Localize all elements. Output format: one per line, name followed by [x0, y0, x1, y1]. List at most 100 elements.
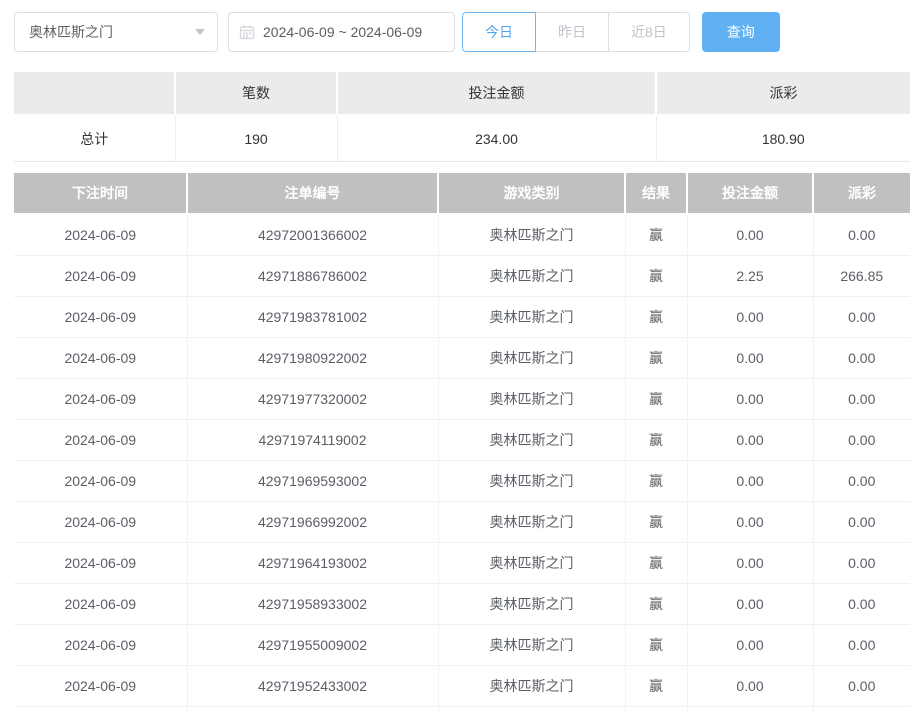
game-type-cell: 奥林匹斯之门 — [438, 501, 626, 543]
payout-cell: 266.85 — [813, 255, 910, 297]
bet-amount-cell: 2.25 — [687, 255, 814, 297]
record-row: 2024-06-09 42971949805002 奥林匹斯之门 赢 0.00 … — [14, 706, 910, 714]
record-row: 2024-06-09 42971886786002 奥林匹斯之门 赢 2.25 … — [14, 255, 910, 297]
record-row: 2024-06-09 42971980922002 奥林匹斯之门 赢 0.00 … — [14, 337, 910, 379]
payout-cell: 0.00 — [813, 214, 910, 256]
records-header-row: 下注时间 注单编号 游戏类别 结果 投注金额 派彩 — [14, 173, 910, 215]
payout-cell: 0.00 — [813, 419, 910, 461]
summary-header-count: 笔数 — [175, 72, 338, 116]
bet-id-cell: 42971955009002 — [187, 624, 439, 666]
game-type-cell: 奥林匹斯之门 — [438, 460, 626, 502]
bet-time-cell: 2024-06-09 — [14, 542, 188, 584]
game-type-cell: 奥林匹斯之门 — [438, 378, 626, 420]
result-cell: 赢 — [625, 255, 688, 297]
game-type-cell: 奥林匹斯之门 — [438, 665, 626, 707]
summary-total-row: 总计 190 234.00 180.90 — [14, 115, 910, 162]
bet-amount-cell: 0.00 — [687, 419, 814, 461]
payout-cell: 0.00 — [813, 706, 910, 714]
game-type-cell: 奥林匹斯之门 — [438, 214, 626, 256]
bet-time-cell: 2024-06-09 — [14, 460, 188, 502]
records-table: 下注时间 注单编号 游戏类别 结果 投注金额 派彩 2024-06-09 429… — [14, 173, 910, 714]
payout-cell: 0.00 — [813, 337, 910, 379]
result-cell: 赢 — [625, 214, 688, 256]
bet-id-cell: 42971966992002 — [187, 501, 439, 543]
bet-time-cell: 2024-06-09 — [14, 706, 188, 714]
records-header-game-type: 游戏类别 — [438, 173, 626, 215]
records-header-bet-amount: 投注金额 — [687, 173, 814, 215]
result-cell: 赢 — [625, 378, 688, 420]
bet-time-cell: 2024-06-09 — [14, 378, 188, 420]
records-header-bet-id: 注单编号 — [187, 173, 439, 215]
bet-time-cell: 2024-06-09 — [14, 337, 188, 379]
result-cell: 赢 — [625, 624, 688, 666]
result-cell: 赢 — [625, 419, 688, 461]
bet-amount-cell: 0.00 — [687, 378, 814, 420]
calendar-icon — [239, 25, 255, 40]
bet-id-cell: 42971886786002 — [187, 255, 439, 297]
bet-time-cell: 2024-06-09 — [14, 296, 188, 338]
toolbar: 奥林匹斯之门 2024-06-09 ~ 2024-06-09 今日 昨日 近8日… — [14, 12, 918, 52]
summary-table: 笔数 投注金额 派彩 总计 190 234.00 180.90 — [14, 72, 910, 162]
bet-id-cell: 42971949805002 — [187, 706, 439, 714]
record-row: 2024-06-09 42971969593002 奥林匹斯之门 赢 0.00 … — [14, 460, 910, 502]
quick-filter-yesterday-button[interactable]: 昨日 — [536, 12, 609, 52]
result-cell: 赢 — [625, 296, 688, 338]
record-row: 2024-06-09 42971964193002 奥林匹斯之门 赢 0.00 … — [14, 542, 910, 584]
bet-time-cell: 2024-06-09 — [14, 583, 188, 625]
bet-time-cell: 2024-06-09 — [14, 665, 188, 707]
result-cell: 赢 — [625, 583, 688, 625]
bet-time-cell: 2024-06-09 — [14, 419, 188, 461]
game-select-value: 奥林匹斯之门 — [29, 24, 113, 40]
records-header-result: 结果 — [625, 173, 688, 215]
bet-amount-cell: 0.00 — [687, 542, 814, 584]
bet-id-cell: 42971952433002 — [187, 665, 439, 707]
record-row: 2024-06-09 42972001366002 奥林匹斯之门 赢 0.00 … — [14, 214, 910, 256]
payout-cell: 0.00 — [813, 378, 910, 420]
payout-cell: 0.00 — [813, 501, 910, 543]
records-header-payout: 派彩 — [813, 173, 910, 215]
bet-time-cell: 2024-06-09 — [14, 214, 188, 256]
game-type-cell: 奥林匹斯之门 — [438, 583, 626, 625]
bet-id-cell: 42971958933002 — [187, 583, 439, 625]
result-cell: 赢 — [625, 460, 688, 502]
summary-header-blank — [14, 72, 176, 116]
query-button[interactable]: 查询 — [701, 12, 780, 52]
summary-header-row: 笔数 投注金额 派彩 — [14, 72, 910, 116]
record-row: 2024-06-09 42971958933002 奥林匹斯之门 赢 0.00 … — [14, 583, 910, 625]
record-row: 2024-06-09 42971983781002 奥林匹斯之门 赢 0.00 … — [14, 296, 910, 338]
game-type-cell: 奥林匹斯之门 — [438, 542, 626, 584]
quick-filter-group: 今日 昨日 近8日 — [462, 12, 690, 52]
summary-header-bet-amount: 投注金额 — [337, 72, 657, 116]
payout-cell: 0.00 — [813, 542, 910, 584]
payout-cell: 0.00 — [813, 296, 910, 338]
record-row: 2024-06-09 42971966992002 奥林匹斯之门 赢 0.00 … — [14, 501, 910, 543]
bet-amount-cell: 0.00 — [687, 706, 814, 714]
record-row: 2024-06-09 42971977320002 奥林匹斯之门 赢 0.00 … — [14, 378, 910, 420]
summary-total-label: 总计 — [14, 115, 176, 162]
game-type-cell: 奥林匹斯之门 — [438, 419, 626, 461]
bet-id-cell: 42971974119002 — [187, 419, 439, 461]
result-cell: 赢 — [625, 706, 688, 714]
bet-id-cell: 42971969593002 — [187, 460, 439, 502]
quick-filter-last8days-button[interactable]: 近8日 — [609, 12, 690, 52]
caret-down-icon — [195, 29, 205, 35]
bet-id-cell: 42971964193002 — [187, 542, 439, 584]
result-cell: 赢 — [625, 337, 688, 379]
bet-id-cell: 42971980922002 — [187, 337, 439, 379]
record-row: 2024-06-09 42971974119002 奥林匹斯之门 赢 0.00 … — [14, 419, 910, 461]
quick-filter-today-button[interactable]: 今日 — [462, 12, 536, 52]
bet-amount-cell: 0.00 — [687, 214, 814, 256]
game-select[interactable]: 奥林匹斯之门 — [14, 12, 218, 52]
bet-time-cell: 2024-06-09 — [14, 255, 188, 297]
bet-time-cell: 2024-06-09 — [14, 624, 188, 666]
summary-total-bet-amount: 234.00 — [337, 115, 657, 162]
bet-id-cell: 42971983781002 — [187, 296, 439, 338]
game-type-cell: 奥林匹斯之门 — [438, 706, 626, 714]
bet-amount-cell: 0.00 — [687, 296, 814, 338]
bet-id-cell: 42972001366002 — [187, 214, 439, 256]
bet-amount-cell: 0.00 — [687, 665, 814, 707]
date-range-input[interactable]: 2024-06-09 ~ 2024-06-09 — [228, 12, 455, 52]
summary-total-payout: 180.90 — [656, 115, 910, 162]
result-cell: 赢 — [625, 501, 688, 543]
record-row: 2024-06-09 42971955009002 奥林匹斯之门 赢 0.00 … — [14, 624, 910, 666]
